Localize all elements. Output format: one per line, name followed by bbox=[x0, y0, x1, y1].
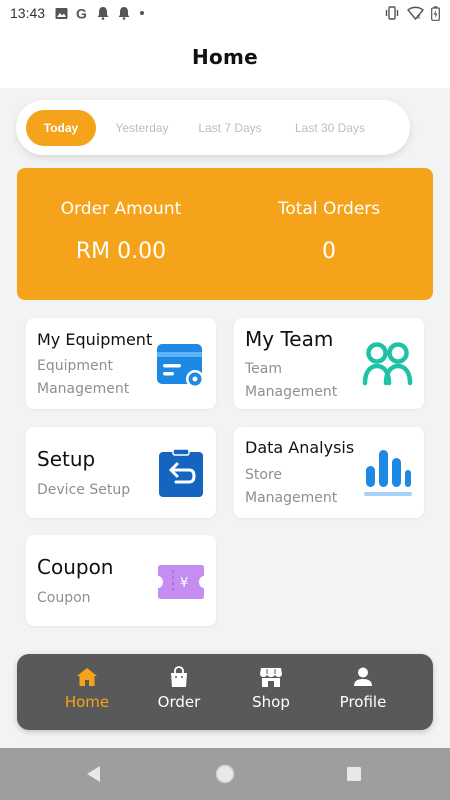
card-subtitle: Team Management bbox=[245, 361, 338, 400]
svg-text:x: x bbox=[417, 14, 421, 20]
coupon-icon: ¥ bbox=[158, 565, 204, 599]
card-subtitle: Coupon bbox=[37, 590, 91, 606]
dot-icon bbox=[140, 11, 145, 15]
card-title: Coupon bbox=[37, 555, 114, 579]
svg-text:G: G bbox=[76, 6, 87, 20]
google-icon: G bbox=[76, 6, 87, 20]
notification-icon bbox=[97, 7, 109, 20]
summary-panel: Order Amount RM 0.00 Total Orders 0 bbox=[17, 168, 433, 300]
order-amount-value: RM 0.00 bbox=[75, 239, 167, 264]
card-title: Setup bbox=[37, 447, 96, 471]
battery-icon bbox=[431, 5, 440, 21]
tab-yesterday[interactable]: Yesterday bbox=[96, 110, 188, 146]
card-title: My Team bbox=[245, 327, 334, 351]
user-icon bbox=[354, 667, 372, 686]
setup-icon bbox=[159, 448, 203, 497]
card-my-equipment[interactable]: My Equipment Equipment Management bbox=[26, 318, 216, 409]
status-time: 13:43 bbox=[10, 5, 46, 21]
home-icon bbox=[77, 668, 97, 686]
total-orders-value: 0 bbox=[322, 239, 336, 264]
nav-shop[interactable]: Shop bbox=[236, 666, 306, 711]
card-subtitle: Store Management bbox=[245, 467, 338, 506]
card-my-team[interactable]: My Team Team Management bbox=[234, 318, 424, 409]
equipment-icon bbox=[157, 344, 204, 388]
shop-icon bbox=[260, 668, 282, 687]
tab-last-30-days[interactable]: Last 30 Days bbox=[272, 110, 388, 146]
wifi-icon: x bbox=[407, 6, 424, 20]
card-setup[interactable]: Setup Device Setup bbox=[26, 427, 216, 518]
team-icon bbox=[362, 342, 413, 386]
total-orders-stat: Total Orders 0 bbox=[225, 168, 433, 300]
card-title: My Equipment bbox=[37, 330, 153, 349]
order-amount-label: Order Amount bbox=[60, 199, 182, 219]
app-header: Home bbox=[0, 26, 450, 88]
back-icon[interactable] bbox=[85, 765, 103, 783]
nav-home[interactable]: Home bbox=[52, 666, 122, 711]
tab-today[interactable]: Today bbox=[26, 109, 96, 146]
card-title: Data Analysis bbox=[245, 438, 355, 457]
status-bar: 13:43 G x bbox=[0, 0, 450, 26]
page-title: Home bbox=[191, 45, 259, 69]
nav-label: Home bbox=[64, 693, 110, 711]
card-data-analysis[interactable]: Data Analysis Store Management bbox=[234, 427, 424, 518]
tab-last-7-days[interactable]: Last 7 Days bbox=[188, 110, 272, 146]
image-icon bbox=[55, 7, 68, 19]
recents-icon[interactable] bbox=[346, 766, 362, 782]
card-subtitle: Device Setup bbox=[37, 482, 131, 498]
nav-label: Profile bbox=[339, 693, 387, 711]
nav-label: Shop bbox=[252, 693, 290, 711]
nav-order[interactable]: Order bbox=[144, 666, 214, 711]
order-amount-stat: Order Amount RM 0.00 bbox=[17, 168, 225, 300]
bag-icon bbox=[171, 666, 187, 687]
card-subtitle: Equipment Management bbox=[37, 358, 130, 397]
vibrate-icon bbox=[385, 6, 399, 20]
nav-profile[interactable]: Profile bbox=[328, 666, 398, 711]
chart-icon bbox=[364, 450, 412, 496]
system-nav-bar bbox=[0, 748, 450, 800]
svg-text:¥: ¥ bbox=[180, 576, 188, 591]
total-orders-label: Total Orders bbox=[277, 199, 381, 219]
home-button-icon[interactable] bbox=[215, 764, 235, 784]
card-coupon[interactable]: Coupon Coupon ¥ bbox=[26, 535, 216, 626]
date-filter: Today Yesterday Last 7 Days Last 30 Days bbox=[16, 100, 410, 155]
nav-label: Order bbox=[157, 693, 201, 711]
notification-icon bbox=[118, 7, 130, 20]
bottom-nav: Home Order Shop Profile bbox=[17, 654, 433, 730]
